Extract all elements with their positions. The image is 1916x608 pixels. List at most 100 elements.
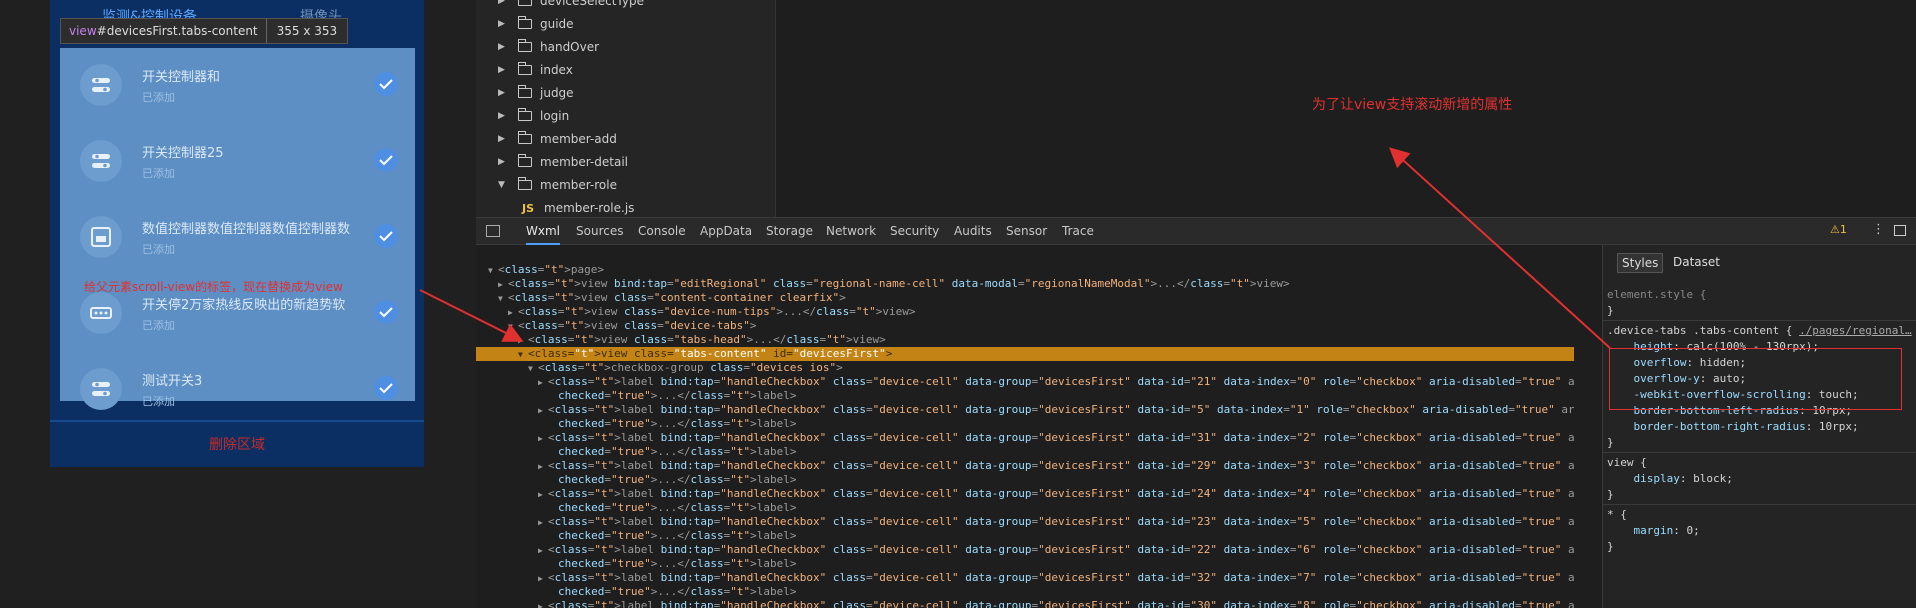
devtools-tab-network[interactable]: Network [826, 218, 876, 245]
check-icon[interactable] [374, 376, 398, 400]
wxml-line[interactable]: checked="true">...</class="t">label> [476, 585, 1574, 599]
wxml-line[interactable]: checked="true">...</class="t">label> [476, 529, 1574, 543]
devtools-tab-sensor[interactable]: Sensor [1006, 218, 1047, 245]
tree-folder[interactable]: ▼ member-role [476, 174, 617, 196]
chevron-right-icon[interactable]: ▶ [498, 157, 510, 167]
wxml-line[interactable]: checked="true">...</class="t">label> [476, 557, 1574, 571]
source-link[interactable]: ./pages/regional… [1799, 324, 1912, 337]
tree-folder[interactable]: ▶ handOver [476, 36, 599, 58]
wxml-line[interactable]: ▶ <class="t">label bind:tap="handleCheckb… [476, 375, 1574, 389]
chevron-right-icon[interactable]: ▶ [498, 65, 510, 75]
chevron-down-icon[interactable]: ▼ [508, 320, 518, 334]
chevron-right-icon[interactable]: ▶ [538, 432, 548, 446]
chevron-right-icon[interactable]: ▶ [538, 488, 548, 502]
chevron-right-icon[interactable]: ▶ [498, 0, 510, 6]
chevron-down-icon[interactable]: ▼ [518, 348, 528, 362]
chevron-right-icon[interactable]: ▶ [538, 404, 548, 418]
chevron-right-icon[interactable]: ▶ [508, 306, 518, 320]
chevron-down-icon[interactable]: ▼ [488, 264, 498, 278]
wxml-line[interactable]: ▼ <class="t">page> [476, 263, 1574, 277]
chevron-right-icon[interactable]: ▶ [538, 376, 548, 390]
devtools-tab-storage[interactable]: Storage [766, 218, 813, 245]
wxml-line[interactable]: ▶ <class="t">label bind:tap="handleCheckb… [476, 459, 1574, 473]
tab-styles[interactable]: Styles [1617, 253, 1664, 273]
css-line[interactable]: } [1607, 303, 1614, 319]
chevron-down-icon[interactable]: ▼ [498, 180, 510, 190]
wxml-line[interactable]: checked="true">...</class="t">label> [476, 389, 1574, 403]
chevron-right-icon[interactable]: ▶ [498, 278, 508, 292]
devtools-tab-wxml[interactable]: Wxml [526, 218, 560, 245]
css-line[interactable]: display: block; [1607, 471, 1733, 487]
wxml-line[interactable]: checked="true">...</class="t">label> [476, 445, 1574, 459]
check-icon[interactable] [374, 300, 398, 324]
wxml-line[interactable]: checked="true">...</class="t">label> [476, 417, 1574, 431]
css-line[interactable]: } [1607, 539, 1614, 555]
tree-folder[interactable]: ▶ guide [476, 13, 574, 35]
wxml-line[interactable]: ▶ <class="t">label bind:tap="handleCheckb… [476, 515, 1574, 529]
wxml-line[interactable]: ▶ <class="t">label bind:tap="handleCheckb… [476, 431, 1574, 445]
wxml-line[interactable]: ▼ <class="t">checkbox-group class="device… [476, 361, 1574, 375]
tree-folder[interactable]: ▶ member-add [476, 128, 617, 150]
delete-zone[interactable]: 删除区域 [50, 420, 424, 467]
tree-folder[interactable]: ▶ index [476, 59, 573, 81]
wxml-line[interactable]: ▼ <class="t">view class="device-tabs"> [476, 319, 1574, 333]
wxml-line[interactable]: ▶ <class="t">label bind:tap="handleCheckb… [476, 571, 1574, 585]
more-icon[interactable]: ⋮ [1872, 222, 1885, 237]
tree-folder[interactable]: ▶ member-detail [476, 151, 628, 173]
wxml-line[interactable]: ▶ <class="t">view bind:tap="editRegional"… [476, 277, 1574, 291]
chevron-right-icon[interactable]: ▶ [518, 334, 528, 348]
chevron-down-icon[interactable]: ▼ [528, 362, 538, 376]
wxml-line-selected[interactable]: ▼ <class="t">view class="tabs-content" id… [476, 347, 1574, 361]
chevron-right-icon[interactable]: ▶ [538, 572, 548, 586]
device-cell[interactable]: 开关控制器25 已添加 [60, 122, 415, 198]
chevron-right-icon[interactable]: ▶ [498, 42, 510, 52]
chevron-right-icon[interactable]: ▶ [538, 516, 548, 530]
devtools-tab-appdata[interactable]: AppData [700, 218, 752, 245]
css-line[interactable]: view { [1607, 455, 1647, 471]
css-line[interactable]: margin: 0; [1607, 523, 1700, 539]
css-line[interactable]: } [1607, 487, 1614, 503]
tree-folder[interactable]: ▶ judge [476, 82, 574, 104]
wxml-line[interactable]: checked="true">...</class="t">label> [476, 473, 1574, 487]
devtools-tab-console[interactable]: Console [638, 218, 686, 245]
chevron-right-icon[interactable]: ▶ [498, 111, 510, 121]
chevron-right-icon[interactable]: ▶ [538, 600, 548, 608]
tree-folder[interactable]: ▶ deviceSelectType [476, 0, 644, 12]
wxml-line[interactable]: ▶ <class="t">view class="tabs-head">...</… [476, 333, 1574, 347]
css-line[interactable]: element.style { [1607, 287, 1706, 303]
devtools-tab-audits[interactable]: Audits [954, 218, 992, 245]
annotation-right: 为了让view支持滚动新增的属性 [1312, 97, 1513, 113]
device-cell[interactable]: 测试开关3 已添加 [60, 350, 415, 426]
wxml-line[interactable]: ▶ <class="t">label bind:tap="handleCheckb… [476, 487, 1574, 501]
tree-folder[interactable]: ▶ login [476, 105, 569, 127]
devtools-tab-trace[interactable]: Trace [1062, 218, 1094, 245]
css-line[interactable]: * { [1607, 507, 1627, 523]
css-line[interactable]: } [1607, 435, 1614, 451]
chevron-right-icon[interactable]: ▶ [498, 134, 510, 144]
wxml-line[interactable]: ▶ <class="t">label bind:tap="handleCheckb… [476, 599, 1574, 608]
dock-icon[interactable] [1894, 225, 1906, 236]
css-line[interactable]: .device-tabs .tabs-content { ./pages/reg… [1607, 323, 1912, 339]
check-icon[interactable] [374, 224, 398, 248]
wxml-line[interactable]: ▶ <class="t">label bind:tap="handleCheckb… [476, 403, 1574, 417]
devtools-tab-sources[interactable]: Sources [576, 218, 623, 245]
chevron-right-icon[interactable]: ▶ [538, 460, 548, 474]
wxml-line[interactable]: ▶ <class="t">view class="device-num-tips"… [476, 305, 1574, 319]
wxml-line[interactable]: ▼ <class="t">view class="content-containe… [476, 291, 1574, 305]
wxml-line[interactable]: ▶ <class="t">label bind:tap="handleCheckb… [476, 543, 1574, 557]
device-cell[interactable]: 数值控制器数值控制器数值控制器数 已添加 [60, 198, 415, 274]
check-icon[interactable] [374, 72, 398, 96]
css-line[interactable]: border-bottom-right-radius: 10rpx; [1607, 419, 1859, 435]
wxml-line[interactable]: checked="true">...</class="t">label> [476, 501, 1574, 515]
chevron-right-icon[interactable]: ▶ [498, 19, 510, 29]
check-icon[interactable] [374, 148, 398, 172]
chevron-right-icon[interactable]: ▶ [538, 544, 548, 558]
tree-file[interactable]: JS member-role.js [476, 197, 634, 219]
chevron-right-icon[interactable]: ▶ [498, 88, 510, 98]
inspect-icon[interactable] [486, 225, 500, 237]
tab-dataset[interactable]: Dataset [1673, 255, 1720, 269]
chevron-down-icon[interactable]: ▼ [498, 292, 508, 306]
warning-count[interactable]: ⚠1 [1830, 223, 1847, 236]
device-cell[interactable]: 开关控制器和 已添加 [60, 46, 415, 122]
devtools-tab-security[interactable]: Security [890, 218, 939, 245]
